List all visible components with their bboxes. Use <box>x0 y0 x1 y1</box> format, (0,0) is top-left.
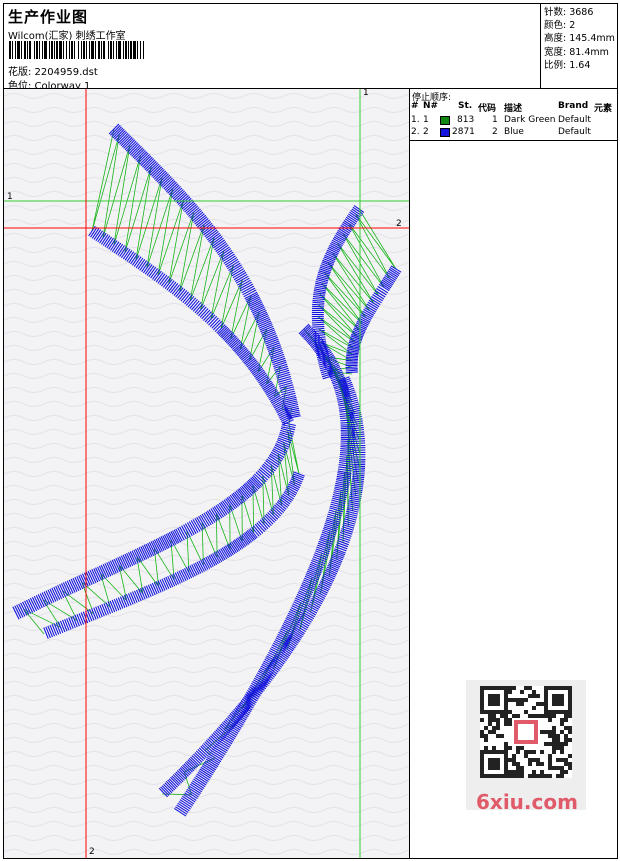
design-width: 宽度: 81.4mm <box>544 46 609 58</box>
watermark-text: 6xiu.com <box>476 790 578 814</box>
header: 生产作业图 Wilcom(汇家) 刺绣工作室 花版: 2204959.dst 色… <box>4 4 540 92</box>
h-green-label: 1 <box>7 192 13 202</box>
row-st: 813 <box>457 115 475 125</box>
row-num: 2. <box>411 127 420 137</box>
page-title: 生产作业图 <box>8 8 89 26</box>
col-n: N# <box>423 101 439 111</box>
row-brand: Default <box>558 127 591 137</box>
table-row: 1. 1 813 1 Dark Green Default <box>410 115 617 127</box>
studio-name: Wilcom(汇家) 刺绣工作室 <box>8 31 126 42</box>
row-desc: Dark Green <box>504 115 556 125</box>
stitch-count: 针数: 3686 <box>544 7 594 18</box>
stats-panel: 针数: 3686 颜色: 2 高度: 145.4mm 宽度: 81.4mm 比例… <box>540 4 617 88</box>
col-num: # <box>411 101 419 111</box>
color-swatch <box>440 128 450 140</box>
qr-code-icon <box>480 686 572 778</box>
row-num: 1. <box>411 115 420 125</box>
stop-sequence-panel: 停止顺序: # N# St. 代码 描述 Brand 元素 1. 1 813 1… <box>410 89 617 141</box>
row-desc: Blue <box>504 127 524 137</box>
color-count: 颜色: 2 <box>544 20 576 32</box>
col-code: 代码 <box>478 104 497 114</box>
row-n: 1 <box>423 115 429 125</box>
v-red-label: 2 <box>89 847 95 857</box>
table-row: 2. 2 2871 2 Blue Default <box>410 127 617 139</box>
col-desc: 描述 <box>504 104 523 114</box>
design-scale: 比例: 1.64 <box>544 59 591 71</box>
design-file: 花版: 2204959.dst <box>8 67 98 78</box>
design-canvas: 1 1 2 2 <box>4 89 409 858</box>
col-brand: Brand <box>558 101 589 111</box>
row-st: 2871 <box>452 127 475 137</box>
row-n: 2 <box>423 127 429 137</box>
panel-divider <box>409 89 410 858</box>
barcode <box>9 41 144 59</box>
embroidery-preview <box>4 89 409 858</box>
v-green-label: 1 <box>363 89 369 98</box>
row-code: 2 <box>492 127 498 137</box>
design-height: 高度: 145.4mm <box>544 33 615 45</box>
row-brand: Default <box>558 115 591 125</box>
col-element: 元素 <box>594 104 613 114</box>
col-st: St. <box>458 101 473 111</box>
row-code: 1 <box>492 115 498 125</box>
table-header: # N# St. 代码 描述 Brand 元素 <box>410 101 617 114</box>
h-red-label: 2 <box>396 219 402 229</box>
